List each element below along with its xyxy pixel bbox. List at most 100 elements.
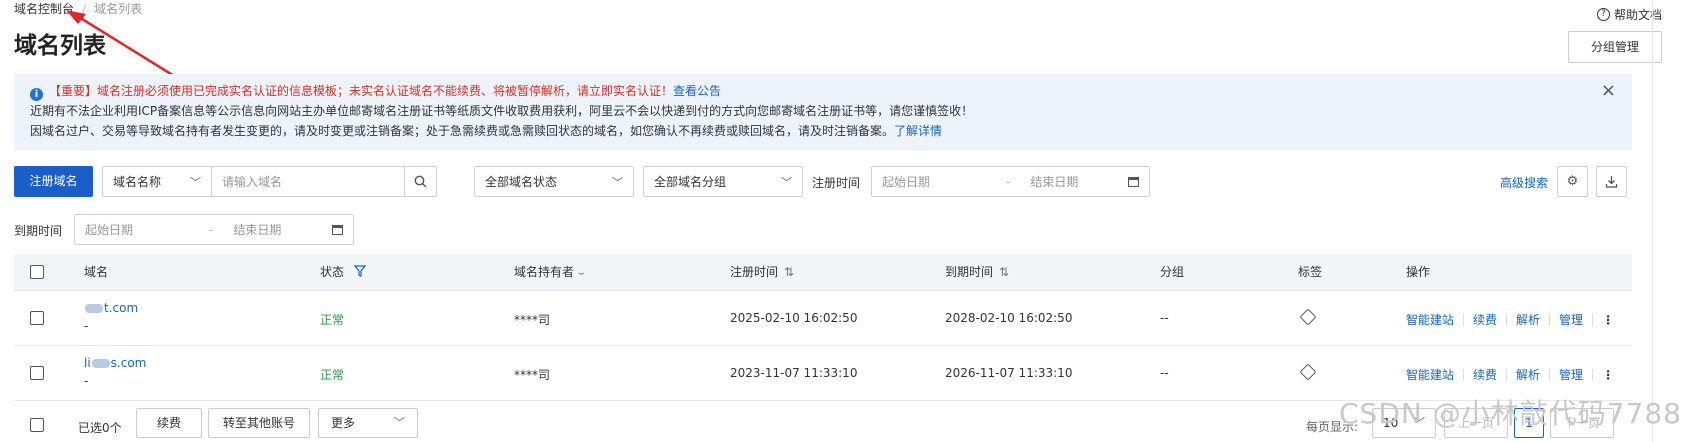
col-ops: 操作 [1406,265,1431,279]
group-manage-button[interactable]: 分组管理 [1568,31,1662,63]
page-title: 域名列表 [14,33,106,59]
notice-details-link[interactable]: 了解详情 [894,124,942,138]
status-text: 正常 [320,368,345,382]
notice-announcement-link[interactable]: 查看公告 [673,84,721,98]
reg-end-date: 结束日期 [1030,175,1079,189]
chevron-down-icon: ﹀ [781,175,792,189]
notice-line-1: i 【重要】域名注册必须使用已完成实名认证的信息模板；未实名认证域名不能续费、将被… [30,82,721,101]
group-select-value: 全部域名分组 [654,175,727,189]
filter-icon[interactable] [353,265,367,277]
page-scroll-edge [1652,0,1653,442]
notice-line-3: 因域名过户、交易等导致域名持有者发生变更的，请及时变更或注销备案；处于急需续费或… [30,122,942,140]
status-select-value: 全部域名状态 [485,175,558,189]
renew-link[interactable]: 续费 [1473,366,1497,383]
domain-name-end: s.com [110,356,147,370]
status-select[interactable]: 全部域名状态 ﹀ [474,166,634,197]
renew-link[interactable]: 续费 [1473,311,1497,328]
select-all-checkbox[interactable] [30,265,44,279]
sort-icon[interactable]: ⇅ [784,265,794,279]
expire-time-text: 2026-11-07 11:33:10 [945,366,1073,380]
col-group: 分组 [1160,265,1185,279]
date-separator: - [209,222,214,237]
tag-shape [1299,308,1317,326]
ops-divider [1549,313,1551,326]
more-dropdown[interactable]: 更多 ﹀ [318,408,418,438]
domain-sub: - [84,374,89,388]
table-header: 域名 状态 域名持有者 ⌣ 注册时间 ⇅ 到期时间 ⇅ 分组 标签 操作 [14,254,1632,291]
ops-divider [1549,368,1551,381]
gear-icon: ⚙ [1566,174,1579,189]
advanced-search-link[interactable]: 高级搜索 [1500,174,1548,191]
domain-name-start: li [84,356,91,370]
col-expire-time[interactable]: 到期时间 ⇅ [945,254,1009,290]
domain-link[interactable]: li s.com [84,356,146,370]
notice-banner: i 【重要】域名注册必须使用已完成实名认证的信息模板；未实名认证域名不能续费、将被… [14,74,1632,150]
download-button[interactable] [1596,166,1627,197]
tag-icon[interactable] [1299,363,1317,381]
tag-icon[interactable] [1299,308,1317,326]
ops-divider [1592,368,1594,381]
search-field-value: 域名名称 [113,175,162,189]
ops-divider [1463,368,1465,381]
footer-select-all-checkbox[interactable] [30,418,44,432]
more-vertical-icon[interactable]: ⋮ [1602,313,1614,327]
row-checkbox[interactable] [30,366,44,380]
domain-link[interactable]: t.com [84,301,138,315]
notice-important-text: 【重要】域名注册必须使用已完成实名认证的信息模板；未实名认证域名不能续费、将被暂… [49,84,674,98]
domain-redaction [91,359,110,368]
status-text: 正常 [320,313,345,327]
group-text: -- [1160,311,1169,325]
reg-time-text: 2025-02-10 16:02:50 [730,311,858,325]
reg-start-date: 起始日期 [882,175,931,189]
expire-date-range[interactable]: 起始日期 - 结束日期 [74,214,354,245]
holder-text: ****司 [514,313,551,327]
download-icon [1605,176,1618,188]
col-status-label: 状态 [320,265,345,279]
col-holder: 域名持有者 ⌣ [514,254,585,292]
expire-start-date: 起始日期 [85,223,134,237]
sort-icon[interactable]: ⇅ [999,265,1009,279]
expire-end-date: 结束日期 [233,223,282,237]
settings-gear-button[interactable]: ⚙ [1557,166,1588,197]
tag-shape [1299,363,1317,381]
smart-site-link[interactable]: 智能建站 [1406,366,1454,383]
table-row: t.com - 正常 ****司 2025-02-10 16:02:50 202… [14,291,1632,346]
batch-renew-button[interactable]: 续费 [136,408,202,438]
manage-link[interactable]: 管理 [1559,366,1583,383]
register-domain-button[interactable]: 注册域名 [14,166,93,197]
col-status[interactable]: 状态 [320,254,367,290]
col-reg-time[interactable]: 注册时间 ⇅ [730,254,794,290]
search-placeholder: 请输入域名 [222,175,283,189]
watermark: CSDN @小林敲代码7788 [1339,397,1682,430]
chevron-down-icon: ﹀ [612,175,623,189]
smart-site-link[interactable]: 智能建站 [1406,311,1454,328]
help-label: 帮助文档 [1613,8,1662,22]
more-vertical-icon[interactable]: ⋮ [1602,368,1614,382]
row-checkbox[interactable] [30,311,44,325]
transfer-account-button[interactable]: 转至其他账号 [208,408,310,438]
reg-date-range[interactable]: 起始日期 - 结束日期 [871,166,1150,197]
eye-icon[interactable]: ⌣ [578,268,585,279]
reg-time-label: 注册时间 [812,176,861,190]
search-input[interactable]: 请输入域名 [211,166,437,197]
calendar-icon [1128,176,1139,187]
notice-line-3-text: 因域名过户、交易等导致域名持有者发生变更的，请及时变更或注销备案；处于急需续费或… [30,124,895,138]
date-separator: - [1006,174,1011,189]
notice-line-2: 近期有不法企业利用ICP备案信息等公示信息向网站主办单位邮寄域名注册证书等纸质文… [30,104,974,118]
expire-time-text: 2028-02-10 16:02:50 [945,311,1073,325]
manage-link[interactable]: 管理 [1559,311,1583,328]
ops-divider [1592,313,1594,326]
holder-text: ****司 [514,368,551,382]
info-icon: i [30,88,43,101]
group-select[interactable]: 全部域名分组 ﹀ [643,166,803,197]
search-icon[interactable] [404,167,436,196]
more-dropdown-label: 更多 [331,416,356,430]
close-icon[interactable]: × [1601,80,1616,101]
domain-name-end: t.com [104,301,139,315]
dns-link[interactable]: 解析 [1516,366,1540,383]
search-field-select[interactable]: 域名名称 ﹀ [102,166,212,197]
ops-divider [1506,313,1508,326]
chevron-down-icon: ﹀ [190,175,201,189]
dns-link[interactable]: 解析 [1516,311,1540,328]
col-domain: 域名 [84,265,109,279]
